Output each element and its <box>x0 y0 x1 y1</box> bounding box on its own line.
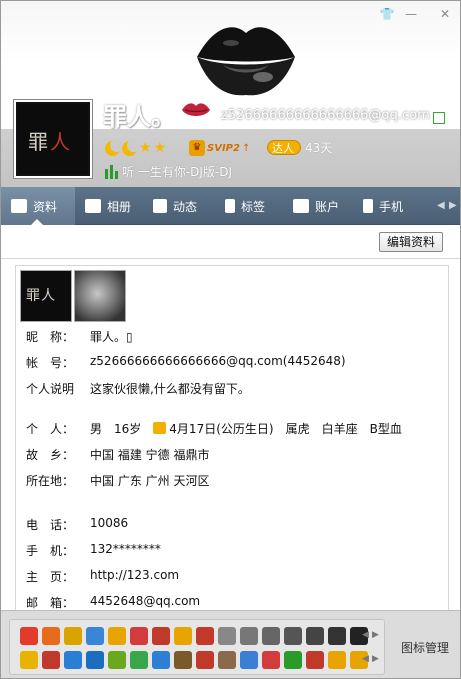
music-bars-icon <box>105 164 119 179</box>
svip-badge[interactable]: ♛ SVIP2 ↑ <box>189 139 250 157</box>
service-icon[interactable] <box>152 651 170 669</box>
service-icon[interactable] <box>196 651 214 669</box>
service-icon[interactable] <box>130 627 148 645</box>
service-icon[interactable] <box>328 651 346 669</box>
info-personal-row: 个 人： 男 16岁 4月17日(公历生日) 属虎 白羊座 B型血 <box>26 422 402 436</box>
info-hometown-row: 故 乡： 中国 福建 宁德 福鼎市 <box>26 448 210 462</box>
photo-thumbnails: 罪人 <box>20 270 126 322</box>
kiss-lips-icon <box>182 103 210 116</box>
crown-icon: ♛ <box>189 140 205 156</box>
service-icon[interactable] <box>20 651 38 669</box>
tab-feed[interactable]: 动态 <box>143 187 213 225</box>
service-icon[interactable] <box>284 651 302 669</box>
icons-prev-icon[interactable]: ◀ <box>362 654 369 664</box>
service-icon[interactable] <box>196 627 214 645</box>
tab-phone[interactable]: 手机 <box>353 187 429 225</box>
service-icon[interactable] <box>240 651 258 669</box>
service-icon[interactable] <box>130 651 148 669</box>
header-email: z52666666666666666@qq.com <box>221 108 430 123</box>
service-icon[interactable] <box>64 627 82 645</box>
info-account-row: 帐 号： z52666666666666666@qq.com(4452648) <box>26 354 346 370</box>
service-icon[interactable] <box>86 651 104 669</box>
tab-bar: 资料 相册 动态 标签 账户 手机 ◀ ▶ <box>1 187 460 225</box>
profile-content: 编辑资料 罪人 昵 称： 罪人。▯ 帐 号： z5266666666666666… <box>1 225 460 610</box>
edit-profile-button[interactable]: 编辑资料 <box>379 232 443 252</box>
service-icon[interactable] <box>262 651 280 669</box>
info-signature-row: 个人说明 这家伙很懒,什么都没有留下。 <box>26 382 250 396</box>
avatar[interactable]: 罪人 <box>13 99 93 179</box>
qq-level-icons[interactable]: ★ ★ <box>105 138 167 157</box>
info-nickname-row: 昵 称： 罪人。▯ <box>26 330 133 344</box>
daren-badge[interactable]: 达人 43天 <box>267 139 332 155</box>
minimize-icon[interactable]: — <box>403 7 419 21</box>
star-icon: ★ <box>139 140 152 156</box>
service-icon[interactable] <box>108 651 126 669</box>
bookmark-tag-icon <box>225 199 235 213</box>
service-icon[interactable] <box>328 627 346 645</box>
info-phone-row: 电 话： 10086 <box>26 516 129 532</box>
info-mail-row: 邮 箱： 4452648@qq.com <box>26 594 201 610</box>
header-nickname: 罪人。 <box>103 103 175 131</box>
icons-prev-icon[interactable]: ◀ <box>362 630 369 640</box>
wallet-icon <box>293 199 309 213</box>
info-location-row: 所在地： 中国 广东 广州 天河区 <box>26 474 210 488</box>
service-icon[interactable] <box>240 627 258 645</box>
service-icon[interactable] <box>284 627 302 645</box>
service-icon[interactable] <box>218 627 236 645</box>
service-icon[interactable] <box>86 627 104 645</box>
music-status[interactable]: 听 一生有你-DJ版-DJ <box>105 163 232 180</box>
tab-album[interactable]: 相册 <box>75 187 145 225</box>
profile-window: 👕 — ✕ 罪人 罪人。 z52666666666666666@qq.com ★… <box>0 0 461 679</box>
tab-scroll-right-icon[interactable]: ▶ <box>449 200 457 211</box>
lips-cover-image <box>197 27 295 96</box>
shirt-icon[interactable]: 👕 <box>379 7 395 21</box>
service-icon[interactable] <box>108 627 126 645</box>
service-icon[interactable] <box>152 627 170 645</box>
close-icon[interactable]: ✕ <box>437 7 453 21</box>
service-icon[interactable] <box>42 651 60 669</box>
tab-profile[interactable]: 资料 <box>1 187 75 225</box>
service-icon[interactable] <box>42 627 60 645</box>
feed-list-icon <box>153 199 167 213</box>
profile-header: 👕 — ✕ 罪人 罪人。 z52666666666666666@qq.com ★… <box>1 1 460 187</box>
birthday-crown-icon <box>153 422 167 434</box>
star-icon: ★ <box>153 140 167 156</box>
service-icon[interactable] <box>174 627 192 645</box>
avatar-thumbnail[interactable]: 罪人 <box>20 270 72 322</box>
phone-icon <box>363 199 373 213</box>
service-icons-grid: ◀ ▶ ◀ ▶ <box>9 619 385 675</box>
tab-tags[interactable]: 标签 <box>215 187 285 225</box>
divider <box>1 258 460 259</box>
info-mobile-row: 手 机： 132******** <box>26 542 161 558</box>
icon-manage-link[interactable]: 图标管理 <box>401 639 449 656</box>
icons-next-icon[interactable]: ▶ <box>372 630 379 640</box>
service-icon[interactable] <box>306 651 324 669</box>
moon-icon <box>105 138 123 156</box>
profile-info-panel: 罪人 昵 称： 罪人。▯ 帐 号： z52666666666666666@qq.… <box>15 265 449 610</box>
icon-bar: ◀ ▶ ◀ ▶ 图标管理 <box>1 610 460 678</box>
info-homepage-row: 主 页： http://123.com <box>26 568 180 584</box>
service-icon[interactable] <box>64 651 82 669</box>
tab-scroll-left-icon[interactable]: ◀ <box>437 200 445 211</box>
service-icon[interactable] <box>20 627 38 645</box>
edit-email-icon[interactable] <box>433 112 445 124</box>
service-icon[interactable] <box>306 627 324 645</box>
photo-thumbnail[interactable] <box>74 270 126 322</box>
profile-card-icon <box>11 199 27 213</box>
service-icon[interactable] <box>218 651 236 669</box>
moon-icon <box>122 138 140 156</box>
photo-album-icon <box>85 199 101 213</box>
service-icon[interactable] <box>262 627 280 645</box>
icons-next-icon[interactable]: ▶ <box>372 654 379 664</box>
tab-account[interactable]: 账户 <box>283 187 353 225</box>
service-icon[interactable] <box>174 651 192 669</box>
